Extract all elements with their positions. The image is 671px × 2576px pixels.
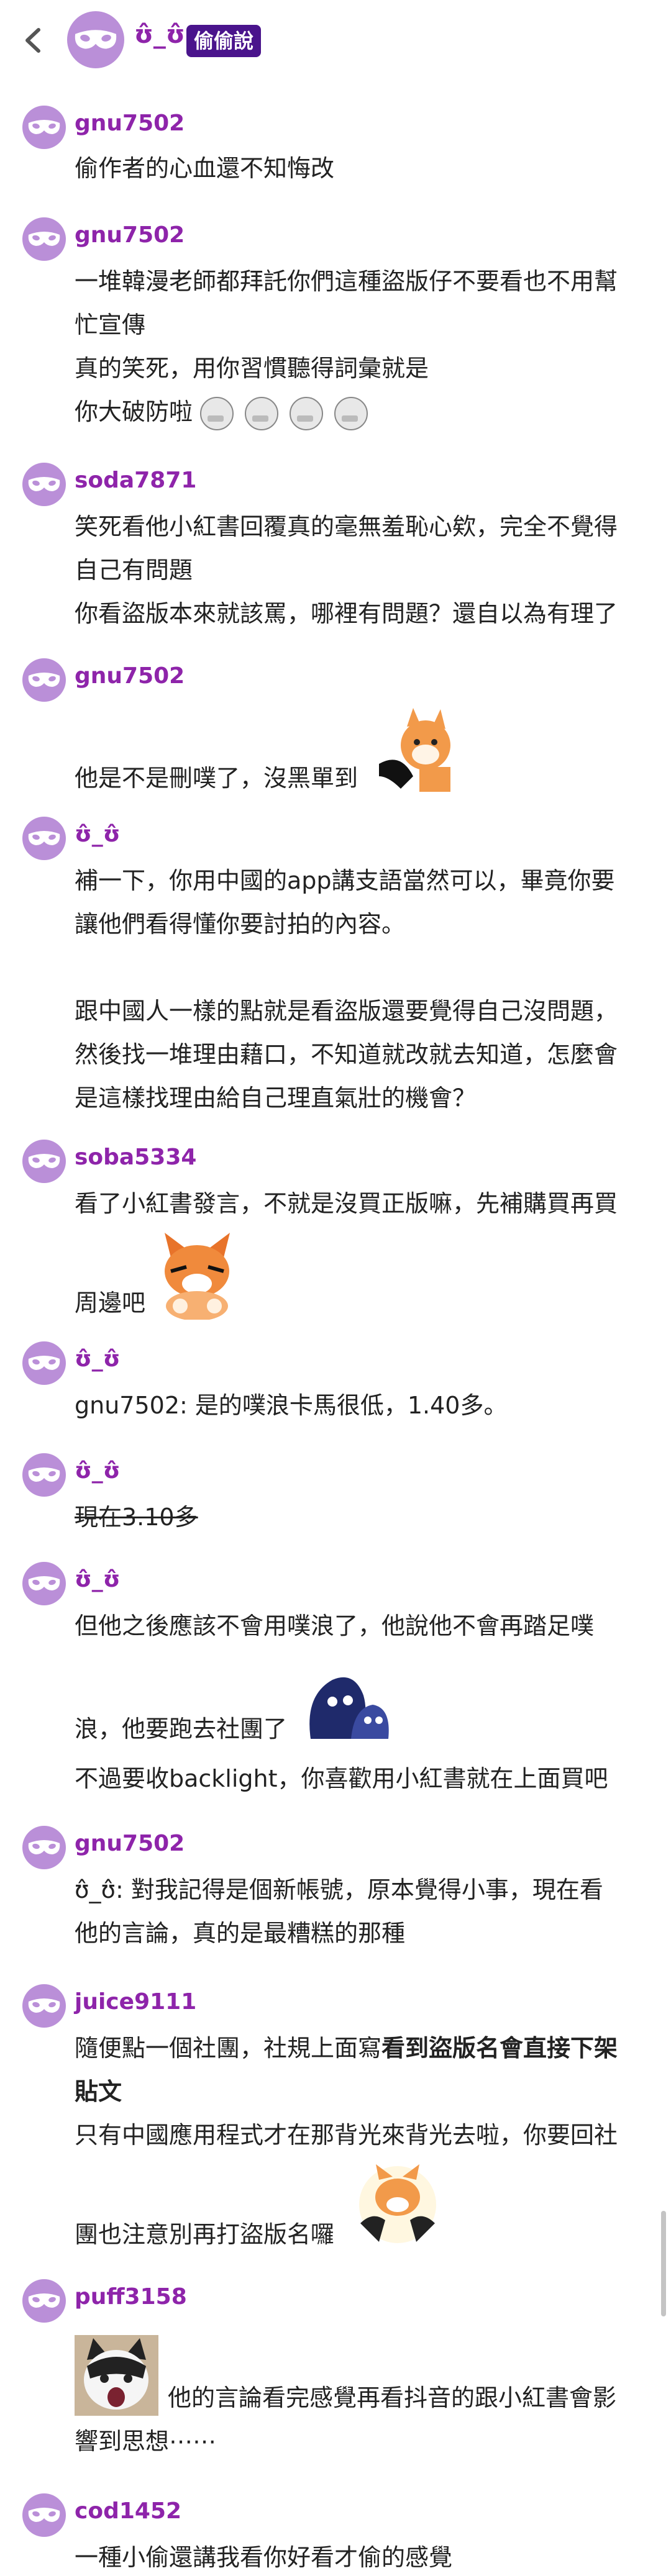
comment-text: 但他之後應該不會用噗浪了，他說他不會再踏足噗	[75, 1612, 595, 1639]
anonymous-mask-avatar[interactable]	[22, 217, 66, 261]
comment-text: 他的言論看完感覺再看抖音的跟小紅書會影	[168, 2384, 617, 2411]
comment-text: 是這樣找理由給自己理直氣壯的機會？	[75, 1084, 477, 1112]
comment-username[interactable]: gnu7502	[75, 1831, 185, 1856]
comment-text: 一堆韓漫老師都拜託你們這種盜版仔不要看也不用幫	[75, 268, 618, 295]
comment-text: 看了小紅書發言，不就是沒買正版嘛，先補購買再買	[75, 1190, 618, 1217]
anonymous-mask-avatar[interactable]	[22, 1140, 66, 1183]
comment-text: 補一下，你用中國的app講支語當然可以，畢竟你要	[75, 867, 615, 894]
anonymous-mask-avatar[interactable]	[22, 1984, 66, 2028]
comment-text: 偷作者的心血還不知悔改	[75, 155, 335, 182]
comment-username[interactable]: gnu7502	[75, 663, 185, 689]
comment-text: 他是不是刪噗了，沒黑單到	[75, 764, 358, 792]
comment-text: 然後找一堆理由藉口，不知道就改就去知道，怎麼會	[75, 1041, 618, 1068]
comment-username[interactable]: gnu7502	[75, 222, 185, 248]
comment-text-part: 隨便點一個社團，社規上面寫	[75, 2034, 382, 2062]
header-username[interactable]: ʊ̂_ʊ̂	[134, 20, 185, 49]
back-arrow-icon[interactable]	[19, 25, 50, 56]
comment-username[interactable]: cod1452	[75, 2498, 181, 2524]
ghost-sticker	[309, 1677, 389, 1739]
cat-photo	[75, 2335, 158, 2416]
fox-sticker	[379, 708, 450, 792]
laughing-emoji-icon	[200, 396, 234, 430]
laughing-emoji-icon	[245, 396, 279, 430]
comment: ʊ̂_ʊ̂ 現在3.10多	[0, 1453, 671, 1534]
comment-text: 你看盜版本來就該罵，哪裡有問題？還自以為有理了	[75, 600, 618, 627]
comment-text: 笑死看他小紅書回覆真的毫無羞恥心欸，完全不覺得	[75, 513, 618, 540]
comment: gnu7502 他是不是刪噗了，沒黑單到	[0, 658, 671, 801]
comment: gnu7502 ʊ̂_ʊ̂: 對我記得是個新帳號，原本覺得小事，現在看 他的言論…	[0, 1826, 671, 1950]
comment-username[interactable]: ʊ̂_ʊ̂	[75, 1567, 121, 1592]
comment-text: 真的笑死，用你習慣聽得詞彙就是	[75, 355, 429, 382]
comment-text: 跟中國人一樣的點就是看盜版還要覺得自己沒問題，	[75, 997, 618, 1025]
comment-username[interactable]: ʊ̂_ʊ̂	[75, 1458, 121, 1484]
comment-username[interactable]: puff3158	[75, 2284, 187, 2310]
fox-sticker	[359, 2164, 436, 2243]
comment-text: 浪，他要跑去社團了	[75, 1715, 288, 1743]
laughing-emoji-icon	[334, 396, 368, 430]
laughing-emoji-icon	[290, 396, 324, 430]
comment-text: ʊ̂_ʊ̂: 對我記得是個新帳號，原本覺得小事，現在看	[75, 1876, 603, 1903]
comment: cod1452 一種小偷還講我看你好看才偷的感覺	[0, 2493, 671, 2574]
comment-text: 你大破防啦	[75, 398, 193, 425]
anonymous-mask-avatar[interactable]	[22, 2493, 66, 2537]
comment-text: 忙宣傳	[75, 311, 146, 338]
anonymous-mask-avatar[interactable]	[22, 658, 66, 702]
comment-username[interactable]: soda7871	[75, 468, 196, 493]
anonymous-mask-avatar[interactable]	[22, 463, 66, 506]
comment-username[interactable]: juice9111	[75, 1989, 196, 2015]
anonymous-mask-avatar[interactable]	[22, 106, 66, 149]
comment-username[interactable]: ʊ̂_ʊ̂	[75, 822, 121, 847]
comment-username[interactable]: soba5334	[75, 1145, 196, 1170]
anonymous-mask-avatar[interactable]	[22, 1826, 66, 1869]
comment-text: 響到思想⋯⋯	[75, 2428, 217, 2455]
comment-text: gnu7502: 是的噗浪卡馬很低，1.40多。	[75, 1392, 508, 1419]
top-bar: ʊ̂_ʊ̂ 偷偷說	[0, 0, 671, 81]
comment-username[interactable]: gnu7502	[75, 111, 185, 136]
comment-bold-text: 貼文	[75, 2078, 122, 2105]
comment: puff3158 他的言論看完感覺再看抖音的跟小紅書會影 響到思想⋯⋯	[0, 2279, 671, 2465]
comment-text: 周邊吧	[75, 1289, 146, 1317]
comment: ʊ̂_ʊ̂ 補一下，你用中國的app講支語當然可以，畢竟你要 讓他們看得懂你要討…	[0, 817, 671, 1127]
anonymous-mask-avatar[interactable]	[22, 1453, 66, 1497]
comment-text: 不過要收backlight，你喜歡用小紅書就在上面買吧	[75, 1765, 608, 1792]
comment-text: 他的言論，真的是最糟糕的那種	[75, 1920, 406, 1947]
comment: soda7871 笑死看他小紅書回覆真的毫無羞恥心欸，完全不覺得 自己有問題 你…	[0, 463, 671, 637]
comment: ʊ̂_ʊ̂ gnu7502: 是的噗浪卡馬很低，1.40多。	[0, 1341, 671, 1422]
comment-text: 團也注意別再打盜版名囉	[75, 2221, 335, 2248]
fox-sticker	[165, 1233, 230, 1320]
comment: gnu7502 偷作者的心血還不知悔改	[0, 106, 671, 186]
secret-post-badge: 偷偷說	[186, 25, 262, 57]
comment: ʊ̂_ʊ̂ 但他之後應該不會用噗浪了，他說他不會再踏足噗 浪，他要跑去社團了 不…	[0, 1562, 671, 1798]
comment-text: 只有中國應用程式才在那背光來背光去啦，你要回社	[75, 2121, 618, 2149]
comment-bold-text: 看到盜版名會直接下架	[381, 2034, 618, 2062]
anonymous-mask-avatar[interactable]	[22, 1562, 66, 1605]
comment: gnu7502 一堆韓漫老師都拜託你們這種盜版仔不要看也不用幫 忙宣傳 真的笑死…	[0, 217, 671, 441]
comment-text: 自己有問題	[75, 556, 193, 584]
anonymous-mask-avatar[interactable]	[22, 1341, 66, 1385]
scrollbar[interactable]	[661, 2211, 666, 2316]
comment: juice9111 隨便點一個社團，社規上面寫看到盜版名會直接下架 貼文 只有中…	[0, 1984, 671, 2257]
comment-text: 一種小偷還講我看你好看才偷的感覺	[75, 2544, 453, 2571]
comment: soba5334 看了小紅書發言，不就是沒買正版嘛，先補購買再買 周邊吧	[0, 1140, 671, 1326]
anonymous-mask-avatar[interactable]	[22, 2279, 66, 2323]
anonymous-mask-avatar[interactable]	[67, 11, 124, 68]
comment-username[interactable]: ʊ̂_ʊ̂	[75, 1346, 121, 1372]
comment-text: 讓他們看得懂你要討拍的內容。	[75, 910, 406, 938]
comment-text-strikethrough: 現在3.10多	[75, 1503, 198, 1531]
comment-text-with-emoji: 你大破防啦	[75, 392, 379, 430]
anonymous-mask-avatar[interactable]	[22, 817, 66, 860]
comment-text: 隨便點一個社團，社規上面寫看到盜版名會直接下架	[75, 2029, 618, 2063]
